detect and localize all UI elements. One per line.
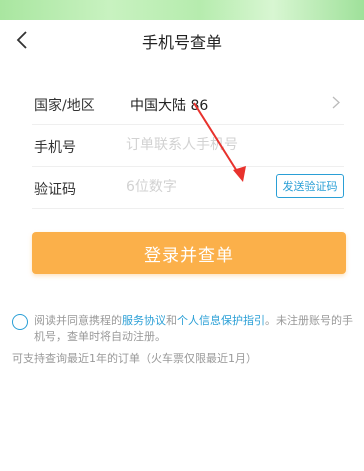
code-row: 验证码 发送验证码 — [32, 166, 344, 209]
status-bar — [0, 0, 364, 20]
region-row[interactable]: 国家/地区 中国大陆 86 — [32, 82, 344, 125]
send-code-button[interactable]: 发送验证码 — [276, 174, 344, 198]
login-query-button[interactable]: 登录并查单 — [32, 232, 346, 274]
chevron-right-icon — [332, 96, 340, 109]
agreement-checkbox[interactable] — [12, 314, 28, 330]
code-label: 验证码 — [34, 182, 76, 198]
support-note: 可支持查询最近1年的订单（火车票仅限最近1月） — [12, 352, 257, 365]
page-title: 手机号查单 — [141, 33, 222, 52]
service-agreement-link[interactable]: 服务协议 — [122, 314, 166, 327]
nav-bar: 手机号查单 — [0, 20, 364, 60]
phone-row: 手机号 — [32, 124, 344, 167]
phone-input[interactable] — [126, 137, 266, 153]
agreement-prefix: 阅读并同意携程的 — [34, 314, 122, 327]
region-value: 中国大陆 86 — [130, 98, 209, 114]
code-input[interactable] — [126, 179, 226, 195]
agreement-text: 阅读并同意携程的服务协议和个人信息保护指引。未注册账号的手机号，查单时将自动注册… — [34, 313, 360, 345]
region-label: 国家/地区 — [34, 98, 95, 114]
agreement-and: 和 — [166, 314, 177, 327]
privacy-guide-link[interactable]: 个人信息保护指引 — [177, 314, 265, 327]
phone-label: 手机号 — [34, 140, 76, 156]
